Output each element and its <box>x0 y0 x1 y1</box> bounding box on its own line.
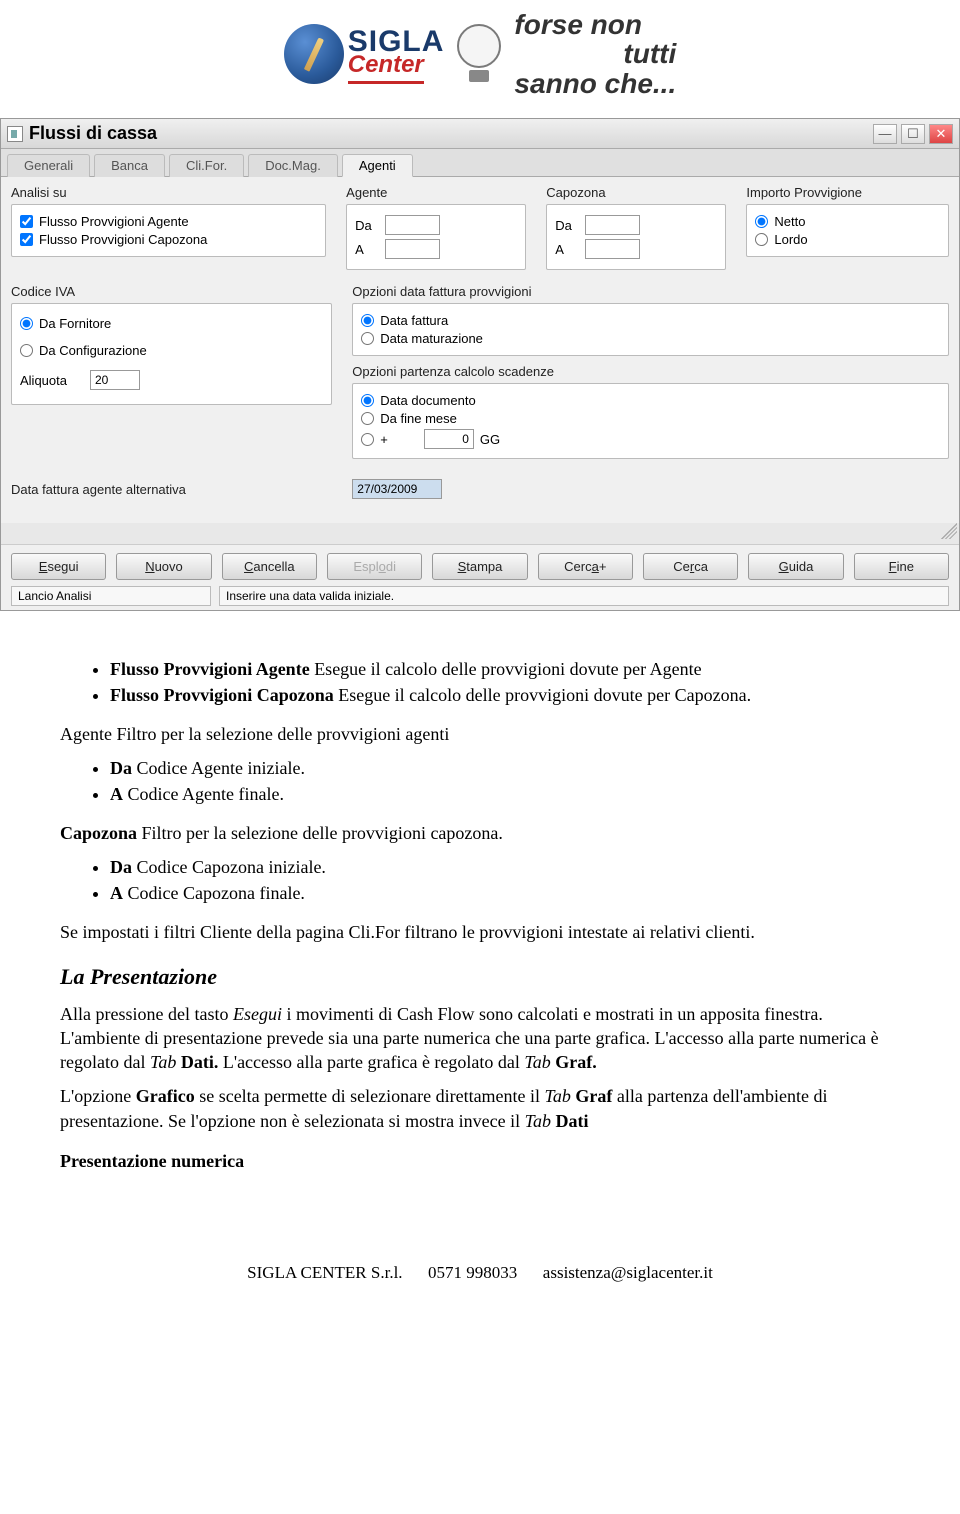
tab-generali[interactable]: Generali <box>7 154 90 177</box>
lbl-capozona-da: Da <box>555 218 575 233</box>
cancella-button[interactable]: Cancella <box>222 553 317 580</box>
lbl-fine-mese: Da fine mese <box>380 411 457 426</box>
titlebar: Flussi di cassa — ☐ ✕ <box>1 119 959 149</box>
lbl-flusso-agente: Flusso Provvigioni Agente <box>39 214 189 229</box>
minimize-button[interactable]: — <box>873 124 897 144</box>
lbl-da-fornitore: Da Fornitore <box>39 316 111 331</box>
group-capozona: Da A <box>546 204 726 270</box>
guida-button[interactable]: Guida <box>748 553 843 580</box>
lbl-plus: + <box>380 432 388 447</box>
label-agente: Agente <box>346 185 526 200</box>
maximize-button[interactable]: ☐ <box>901 124 925 144</box>
list-item: Flusso Provvigioni Capozona Esegue il ca… <box>110 683 900 707</box>
lbl-data-documento: Data documento <box>380 393 475 408</box>
tab-banca[interactable]: Banca <box>94 154 165 177</box>
input-capozona-a[interactable] <box>585 239 640 259</box>
radio-fine-mese[interactable] <box>361 412 374 425</box>
page-header: SIGLA Center forse non tutti sanno che..… <box>0 0 960 118</box>
radio-netto[interactable] <box>755 215 768 228</box>
label-capozona: Capozona <box>546 185 726 200</box>
sigla-logo-icon <box>284 24 344 84</box>
input-agente-a[interactable] <box>385 239 440 259</box>
para-agente: Agente Filtro per la selezione delle pro… <box>60 722 900 746</box>
nuovo-button[interactable]: Nuovo <box>116 553 211 580</box>
brand-center: Center <box>348 51 424 84</box>
radio-data-fattura[interactable] <box>361 314 374 327</box>
label-data-fatt-alt: Data fattura agente alternativa <box>11 482 332 497</box>
para-capozona: Capozona Filtro per la selezione delle p… <box>60 821 900 845</box>
app-window: Flussi di cassa — ☐ ✕ Generali Banca Cli… <box>0 118 960 611</box>
para-pres1: Alla pressione del tasto Esegui i movime… <box>60 1002 900 1075</box>
radio-lordo[interactable] <box>755 233 768 246</box>
label-analisi-su: Analisi su <box>11 185 326 200</box>
list-item: A Codice Agente finale. <box>110 782 900 806</box>
lbl-agente-da: Da <box>355 218 375 233</box>
chk-flusso-agente[interactable] <box>20 215 33 228</box>
heading-pres-num: Presentazione numerica <box>60 1149 900 1173</box>
group-agente: Da A <box>346 204 526 270</box>
cerca-button[interactable]: Cerca <box>643 553 738 580</box>
input-gg[interactable] <box>424 429 474 449</box>
group-opz-scadenze: Data documento Da fine mese + GG <box>352 383 949 459</box>
status-2: Inserire una data valida iniziale. <box>219 586 949 606</box>
lbl-flusso-capozona: Flusso Provvigioni Capozona <box>39 232 207 247</box>
list-item: A Codice Capozona finale. <box>110 881 900 905</box>
lbl-lordo: Lordo <box>774 232 807 247</box>
lbl-agente-a: A <box>355 242 375 257</box>
slogan-text: forse non tutti sanno che... <box>514 10 676 98</box>
para-filtri: Se impostati i filtri Cliente della pagi… <box>60 920 900 944</box>
page-footer: SIGLA CENTER S.r.l. 0571 998033 assisten… <box>0 1223 960 1293</box>
cercaplus-button[interactable]: Cerca+ <box>538 553 633 580</box>
radio-plus-gg[interactable] <box>361 433 374 446</box>
tab-bar: Generali Banca Cli.For. Doc.Mag. Agenti <box>1 149 959 177</box>
label-opz-scadenze: Opzioni partenza calcolo scadenze <box>352 364 949 379</box>
radio-da-fornitore[interactable] <box>20 317 33 330</box>
tab-clifor[interactable]: Cli.For. <box>169 154 244 177</box>
chk-flusso-capozona[interactable] <box>20 233 33 246</box>
label-importo: Importo Provvigione <box>746 185 949 200</box>
lbl-aliquota: Aliquota <box>20 373 80 388</box>
lbl-data-fattura: Data fattura <box>380 313 448 328</box>
label-codice-iva: Codice IVA <box>11 284 332 299</box>
group-opz-fattura: Data fattura Data maturazione <box>352 303 949 356</box>
esplodi-button[interactable]: Esplodi <box>327 553 422 580</box>
button-bar: Esegui Nuovo Cancella Esplodi Stampa Cer… <box>1 544 959 610</box>
input-data-fatt-alt[interactable] <box>352 479 442 499</box>
heading-presentazione: La Presentazione <box>60 962 900 992</box>
stampa-button[interactable]: Stampa <box>432 553 527 580</box>
para-pres2: L'opzione Grafico se scelta permette di … <box>60 1084 900 1133</box>
radio-data-documento[interactable] <box>361 394 374 407</box>
label-opz-fattura: Opzioni data fattura provvigioni <box>352 284 949 299</box>
lbl-capozona-a: A <box>555 242 575 257</box>
form-body: Analisi su Flusso Provvigioni Agente Flu… <box>1 177 959 523</box>
tab-docmag[interactable]: Doc.Mag. <box>248 154 338 177</box>
lbl-netto: Netto <box>774 214 805 229</box>
lbl-data-maturazione: Data maturazione <box>380 331 483 346</box>
lightbulb-icon <box>454 24 504 84</box>
close-button[interactable]: ✕ <box>929 124 953 144</box>
group-analisi: Flusso Provvigioni Agente Flusso Provvig… <box>11 204 326 257</box>
input-agente-da[interactable] <box>385 215 440 235</box>
window-title: Flussi di cassa <box>29 123 873 144</box>
status-1: Lancio Analisi <box>11 586 211 606</box>
lbl-da-config: Da Configurazione <box>39 343 147 358</box>
tab-agenti[interactable]: Agenti <box>342 154 413 177</box>
radio-da-config[interactable] <box>20 344 33 357</box>
fine-button[interactable]: Fine <box>854 553 949 580</box>
input-aliquota[interactable] <box>90 370 140 390</box>
group-importo: Netto Lordo <box>746 204 949 257</box>
group-codice-iva: Da Fornitore Da Configurazione Aliquota <box>11 303 332 405</box>
list-item: Da Codice Agente iniziale. <box>110 756 900 780</box>
app-icon <box>7 126 23 142</box>
list-item: Flusso Provvigioni Agente Esegue il calc… <box>110 657 900 681</box>
radio-data-maturazione[interactable] <box>361 332 374 345</box>
resize-handle[interactable] <box>1 523 959 544</box>
input-capozona-da[interactable] <box>585 215 640 235</box>
document-body: Flusso Provvigioni Agente Esegue il calc… <box>0 631 960 1223</box>
lbl-gg: GG <box>480 432 500 447</box>
list-item: Da Codice Capozona iniziale. <box>110 855 900 879</box>
esegui-button[interactable]: Esegui <box>11 553 106 580</box>
